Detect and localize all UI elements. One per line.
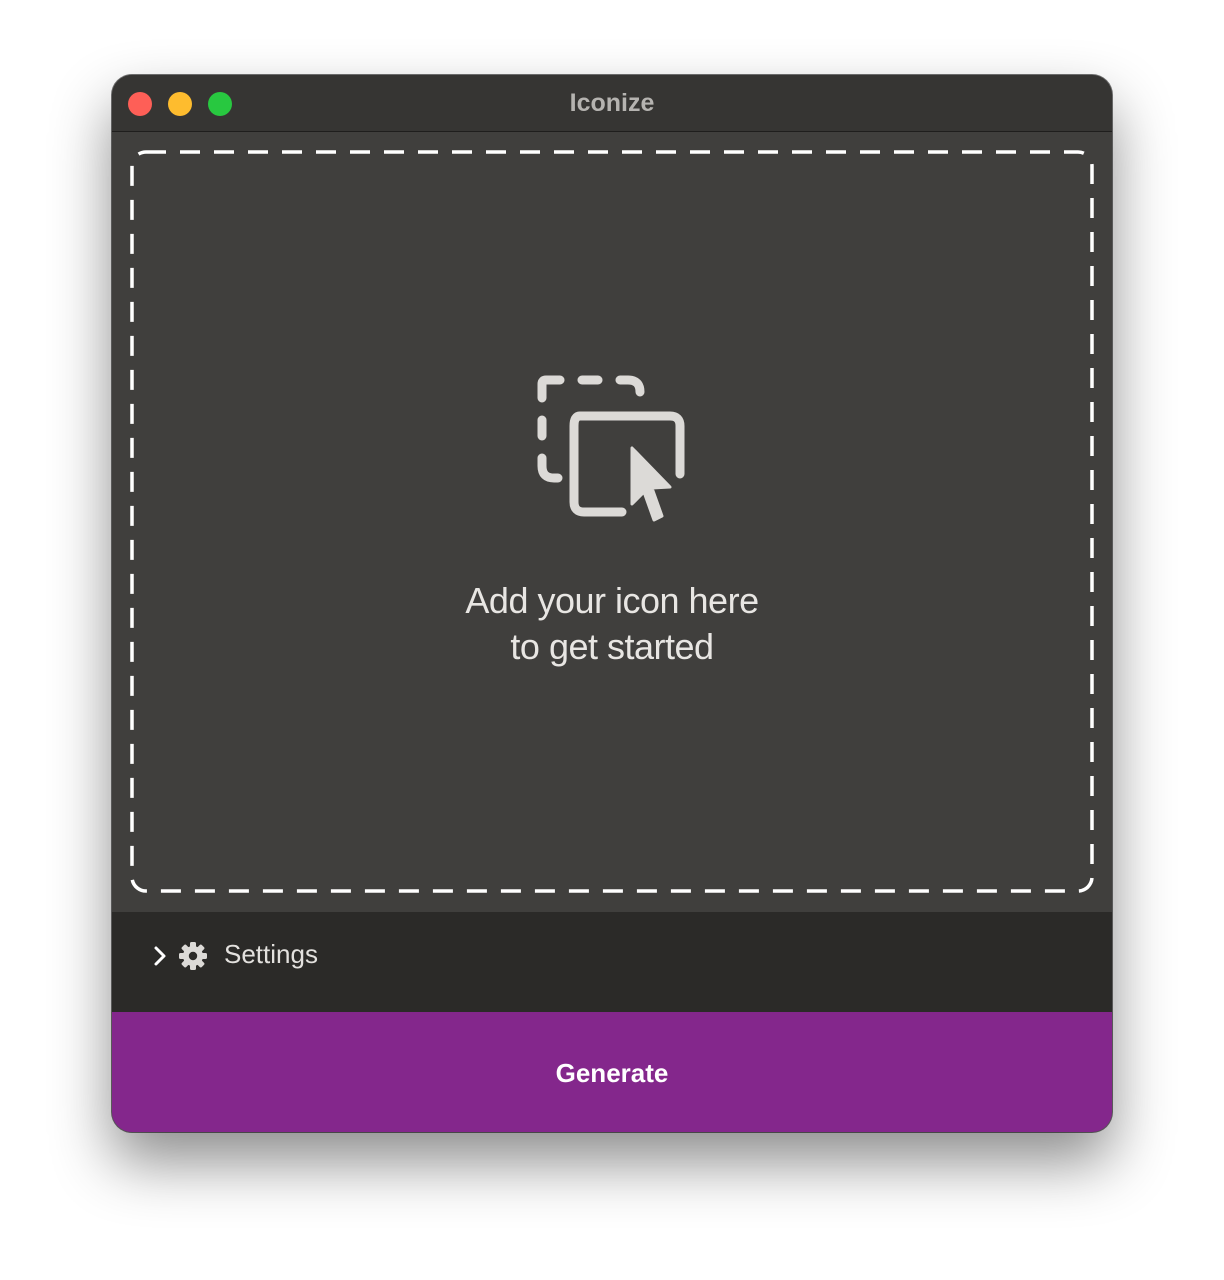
icon-drop-zone[interactable]: Add your icon here to get started (112, 132, 1112, 912)
generate-button[interactable]: Generate (112, 1012, 1112, 1132)
settings-disclosure[interactable]: Settings (112, 912, 1112, 1012)
chevron-right-icon[interactable] (152, 943, 168, 969)
drop-zone-instruction-line1: Add your icon here (465, 580, 759, 621)
drag-drop-icon (537, 375, 685, 522)
settings-label[interactable]: Settings (224, 939, 318, 970)
app-window: Iconize Add your icon here to get starte… (112, 75, 1112, 1132)
drop-zone-instruction-line2: to get started (510, 626, 714, 667)
gear-icon (179, 942, 207, 970)
title-bar[interactable]: Iconize (112, 75, 1112, 132)
window-title: Iconize (569, 89, 655, 117)
